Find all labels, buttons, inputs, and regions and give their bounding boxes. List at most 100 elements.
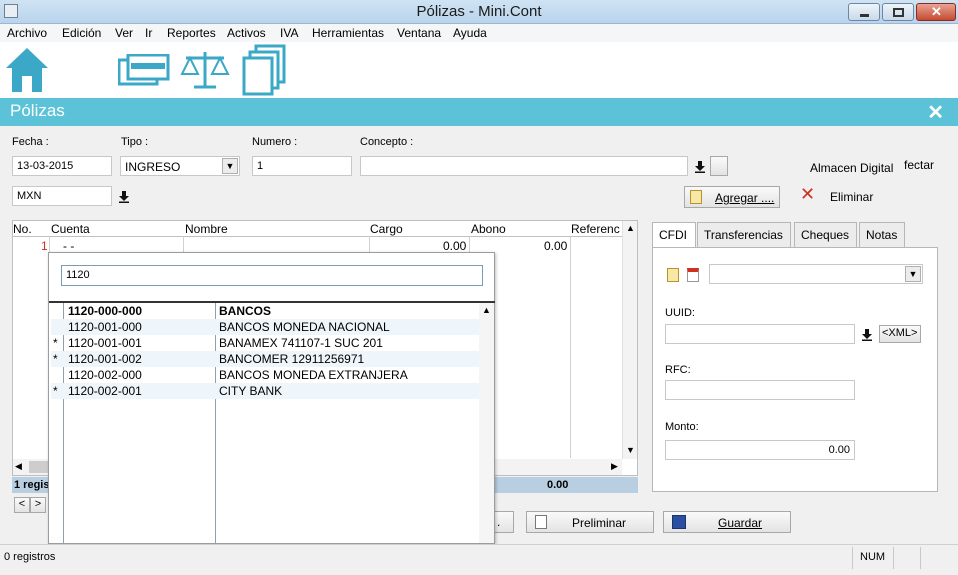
almacen-digital-label: Almacen Digital: [810, 161, 894, 175]
status-records: 0 registros: [4, 551, 56, 563]
menu-bar: Archivo Edición Ver Ir Reportes Activos …: [0, 24, 958, 42]
menu-activos[interactable]: Activos: [227, 26, 266, 40]
account-name: BANCOS: [219, 304, 272, 318]
status-bar: 0 registros NUM: [0, 544, 958, 575]
nav-next-button[interactable]: >: [30, 497, 46, 513]
nav-next-label: >: [34, 498, 42, 510]
tipo-select[interactable]: INGRESO ▼: [120, 156, 240, 176]
account-row[interactable]: * 1120-001-001 BANAMEX 741107-1 SUC 201: [51, 335, 479, 351]
concepto-extra-button[interactable]: [710, 156, 728, 176]
cards-icon[interactable]: [118, 54, 170, 86]
close-section-icon[interactable]: ✕: [927, 100, 944, 125]
account-code: 1120-001-000: [68, 320, 142, 334]
account-code: 1120-002-000: [68, 368, 142, 382]
status-divider: [920, 547, 921, 569]
menu-ver[interactable]: Ver: [115, 26, 133, 40]
account-row[interactable]: * 1120-001-002 BANCOMER 12911256971: [51, 351, 479, 367]
account-name: BANAMEX 741107-1 SUC 201: [219, 336, 383, 350]
tab-transferencias[interactable]: Transferencias: [697, 222, 791, 247]
tipo-label: Tipo :: [121, 136, 149, 148]
delete-x-icon[interactable]: ✕: [800, 184, 815, 205]
col-abono: Abono: [471, 222, 506, 236]
scroll-up-icon[interactable]: ▲: [626, 223, 635, 233]
account-code: 1120-001-002: [68, 352, 142, 366]
documents-icon[interactable]: [242, 44, 288, 96]
window-title: Pólizas - Mini.Cont: [416, 3, 542, 20]
monto-field[interactable]: 0.00: [665, 440, 855, 460]
account-row[interactable]: 1120-000-000 BANCOS: [51, 303, 479, 319]
menu-herramientas[interactable]: Herramientas: [312, 26, 384, 40]
col-cargo: Cargo: [370, 222, 403, 236]
balance-icon[interactable]: [180, 50, 230, 90]
popup-scroll-up-icon[interactable]: ▲: [482, 305, 491, 315]
grid-vscroll[interactable]: ▲ ▼: [622, 221, 637, 459]
nav-prev-button[interactable]: <: [14, 497, 30, 513]
preview-icon: [535, 515, 547, 529]
account-search-popup: 1120 1120-000-000 BANCOS 1120-001-000 BANCO…: [48, 252, 495, 544]
popup-vscroll[interactable]: ▲: [479, 303, 494, 543]
tab-notas[interactable]: Notas: [859, 222, 905, 247]
tab-cheques[interactable]: Cheques: [794, 222, 857, 247]
cfdi-select[interactable]: ▼: [709, 264, 923, 284]
row-cuenta[interactable]: - -: [63, 239, 74, 253]
menu-ayuda[interactable]: Ayuda: [453, 26, 487, 40]
guardar-button[interactable]: Guardar: [663, 511, 791, 533]
scroll-left-icon[interactable]: ◀: [15, 461, 22, 472]
numero-field[interactable]: 1: [252, 156, 352, 176]
xml-button[interactable]: <XML>: [879, 325, 921, 343]
section-header: Pólizas ✕: [0, 98, 958, 126]
minimize-icon: [860, 14, 869, 17]
menu-ventana[interactable]: Ventana: [397, 26, 441, 40]
account-row[interactable]: 1120-002-000 BANCOS MONEDA EXTRANJERA: [51, 367, 479, 383]
preliminar-label: Preliminar: [572, 516, 627, 530]
save-icon: [672, 515, 686, 529]
menu-reportes[interactable]: Reportes: [167, 26, 216, 40]
account-row[interactable]: 1120-001-000 BANCOS MONEDA NACIONAL: [51, 319, 479, 335]
nav-prev-label: <: [18, 498, 26, 510]
col-referencia: Referenc: [571, 222, 620, 236]
status-num: NUM: [860, 551, 886, 563]
preliminar-button[interactable]: Preliminar: [526, 511, 654, 533]
moneda-field[interactable]: MXN: [12, 186, 112, 206]
close-window-button[interactable]: ✕: [916, 3, 956, 21]
minimize-button[interactable]: [848, 3, 880, 21]
add-file-icon[interactable]: [667, 268, 679, 282]
pdf-file-icon[interactable]: [687, 268, 699, 282]
row-abono[interactable]: 0.00: [544, 239, 567, 253]
scroll-down-icon[interactable]: ▼: [626, 445, 635, 455]
moneda-download-icon[interactable]: [118, 191, 130, 203]
menu-edicion[interactable]: Edición: [62, 26, 101, 40]
account-row[interactable]: * 1120-002-001 CITY BANK: [51, 383, 479, 399]
menu-iva[interactable]: IVA: [280, 26, 298, 40]
cfdi-panel: ▼ UUID: <XML> RFC: Monto: 0.00: [652, 247, 938, 492]
tab-cfdi[interactable]: CFDI: [652, 222, 696, 248]
account-code: 1120-001-001: [68, 336, 142, 350]
fecha-field[interactable]: 13-03-2015: [12, 156, 112, 176]
row-no: 1: [41, 239, 48, 253]
account-search-input[interactable]: 1120: [61, 265, 483, 286]
close-icon: ✕: [931, 4, 942, 19]
concepto-field[interactable]: [360, 156, 688, 176]
scroll-right-icon[interactable]: ▶: [611, 461, 618, 472]
chevron-down-icon[interactable]: ▼: [222, 158, 238, 174]
rfc-field[interactable]: [665, 380, 855, 400]
eliminar-label[interactable]: Eliminar: [830, 190, 873, 204]
menu-archivo[interactable]: Archivo: [7, 26, 47, 40]
menu-ir[interactable]: Ir: [145, 26, 152, 40]
uuid-field[interactable]: [665, 324, 855, 344]
chevron-down-icon[interactable]: ▼: [905, 266, 921, 282]
row-cargo[interactable]: 0.00: [443, 239, 466, 253]
guardar-label: Guardar: [718, 516, 763, 530]
account-mark: *: [53, 352, 58, 366]
window-titlebar[interactable]: Pólizas - Mini.Cont ✕: [0, 0, 958, 24]
concepto-label: Concepto :: [360, 136, 414, 148]
agregar-button[interactable]: Agregar ....: [684, 186, 780, 208]
maximize-button[interactable]: [882, 3, 914, 21]
uuid-download-icon[interactable]: [861, 329, 873, 341]
home-icon[interactable]: [4, 46, 50, 94]
status-divider: [852, 547, 853, 569]
hscroll-thumb[interactable]: [29, 461, 49, 473]
download-arrow-icon[interactable]: [694, 161, 706, 173]
agregar-label: Agregar ....: [715, 191, 775, 205]
rfc-label: RFC:: [665, 364, 691, 376]
